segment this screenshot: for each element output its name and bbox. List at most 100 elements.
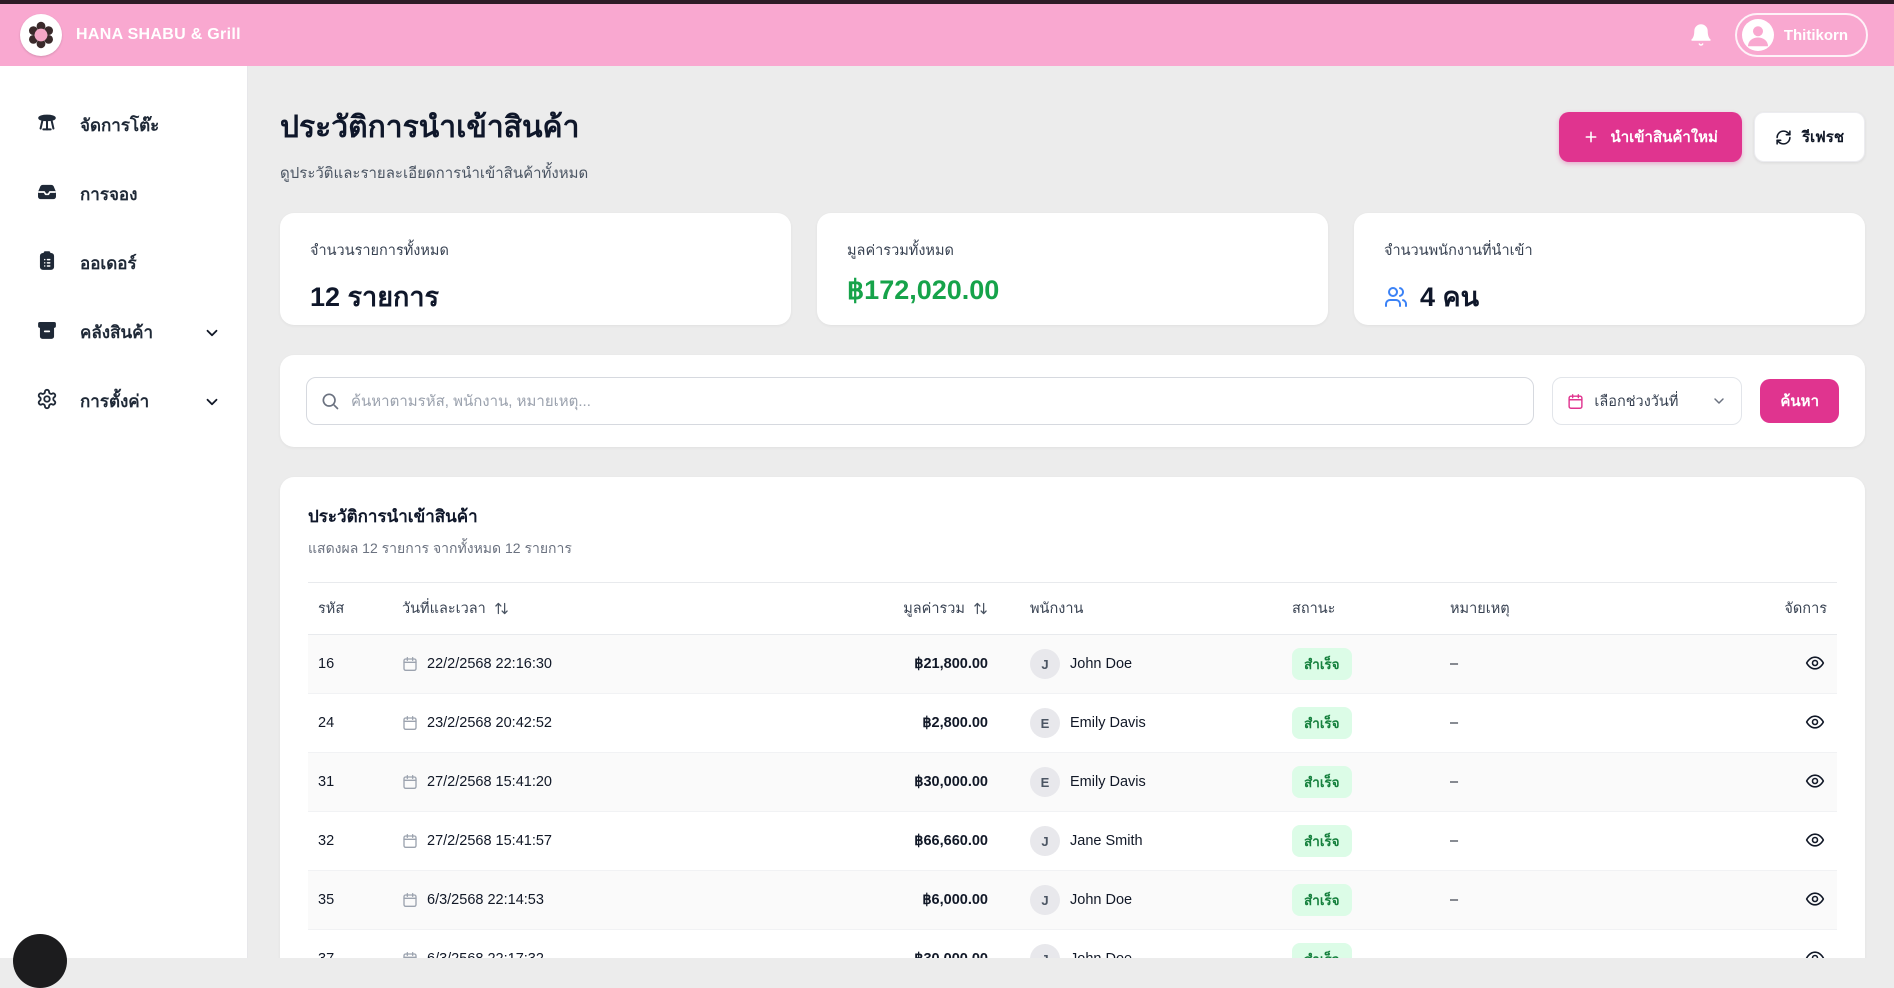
row-datetime: 27/2/2568 15:41:20 (427, 774, 552, 790)
gear-icon (36, 388, 58, 415)
view-details-eye-icon[interactable] (1803, 651, 1827, 675)
row-amount: ฿6,000.00 (822, 871, 998, 930)
sidebar-item-tables[interactable]: จัดการโต๊ะ (28, 100, 229, 151)
calendar-icon (402, 774, 418, 790)
row-note: – (1440, 871, 1740, 930)
archive-icon (36, 319, 58, 346)
users-icon (1384, 285, 1408, 309)
sidebar-item-label: การตั้งค่า (80, 388, 149, 415)
view-details-eye-icon[interactable] (1803, 946, 1827, 958)
view-details-eye-icon[interactable] (1803, 710, 1827, 734)
stat-value: 12 รายการ (310, 275, 761, 318)
view-details-eye-icon[interactable] (1803, 887, 1827, 911)
calendar-icon (1567, 393, 1584, 410)
app-header: HANA SHABU & Grill Thitikorn (0, 4, 1894, 66)
row-id: 35 (308, 871, 392, 930)
user-name: Thitikorn (1784, 27, 1848, 44)
user-menu[interactable]: Thitikorn (1735, 13, 1868, 57)
status-badge: สำเร็จ (1292, 825, 1352, 857)
table-row: 24 23/2/2568 20:42:52 ฿2,800.00 (308, 694, 1837, 753)
row-amount: ฿21,800.00 (822, 635, 998, 694)
status-badge: สำเร็จ (1292, 884, 1352, 916)
row-datetime: 27/2/2568 15:41:57 (427, 833, 552, 849)
brand-name: HANA SHABU & Grill (76, 26, 241, 44)
employee-name: Emily Davis (1070, 715, 1146, 731)
employee-name: John Doe (1070, 892, 1132, 908)
employee-avatar: J (1030, 944, 1060, 958)
date-range-label: เลือกช่วงวันที่ (1594, 390, 1678, 413)
header-actions: Thitikorn (1689, 13, 1868, 57)
stat-label: มูลค่ารวมทั้งหมด (847, 239, 1298, 262)
search-button[interactable]: ค้นหา (1760, 379, 1839, 423)
row-id: 16 (308, 635, 392, 694)
new-import-button[interactable]: นำเข้าสินค้าใหม่ (1559, 112, 1742, 162)
sidebar-item-label: การจอง (80, 181, 137, 208)
filter-panel: เลือกช่วงวันที่ ค้นหา (280, 355, 1865, 447)
employee-name: Emily Davis (1070, 774, 1146, 790)
date-range-select[interactable]: เลือกช่วงวันที่ (1552, 377, 1742, 425)
sidebar-item-inventory[interactable]: คลังสินค้า (28, 307, 229, 358)
row-amount: ฿2,800.00 (822, 694, 998, 753)
sidebar-item-settings[interactable]: การตั้งค่า (28, 376, 229, 427)
inbox-icon (36, 181, 58, 208)
refresh-button[interactable]: รีเฟรช (1754, 112, 1865, 162)
stat-label: จำนวนพนักงานที่นำเข้า (1384, 239, 1835, 262)
calendar-icon (402, 892, 418, 908)
row-note: – (1440, 812, 1740, 871)
row-id: 37 (308, 930, 392, 959)
table-row: 32 27/2/2568 15:41:57 ฿66,660.00 (308, 812, 1837, 871)
row-id: 32 (308, 812, 392, 871)
new-import-label: นำเข้าสินค้าใหม่ (1611, 125, 1718, 149)
col-status: สถานะ (1282, 583, 1440, 635)
sidebar-item-label: จัดการโต๊ะ (80, 112, 159, 139)
floating-widget[interactable] (13, 934, 67, 988)
row-note: – (1440, 753, 1740, 812)
col-datetime[interactable]: วันที่และเวลา (392, 583, 822, 635)
notifications-bell-icon[interactable] (1689, 23, 1713, 47)
refresh-icon (1775, 129, 1792, 146)
table-header-row: รหัส วันที่และเวลา มูลค่ารวม (308, 583, 1837, 635)
row-datetime: 6/3/2568 22:14:53 (427, 892, 544, 908)
row-amount: ฿30,000.00 (822, 753, 998, 812)
flower-logo-icon (20, 14, 62, 56)
main-content: ประวัติการนำเข้าสินค้า ดูประวัติและรายละ… (248, 66, 1894, 958)
table-row: 35 6/3/2568 22:14:53 ฿6,000.00 (308, 871, 1837, 930)
import-history-table: รหัส วันที่และเวลา มูลค่ารวม (308, 582, 1837, 958)
employee-avatar: J (1030, 826, 1060, 856)
col-amount[interactable]: มูลค่ารวม (822, 583, 998, 635)
status-badge: สำเร็จ (1292, 766, 1352, 798)
col-id: รหัส (308, 583, 392, 635)
calendar-icon (402, 833, 418, 849)
calendar-icon (402, 656, 418, 672)
table-summary: แสดงผล 12 รายการ จากทั้งหมด 12 รายการ (308, 538, 1837, 560)
col-actions: จัดการ (1740, 583, 1837, 635)
employee-avatar: J (1030, 649, 1060, 679)
search-input[interactable] (306, 377, 1534, 425)
stat-card-total-records: จำนวนรายการทั้งหมด 12 รายการ (280, 213, 791, 325)
table-icon (36, 112, 58, 139)
row-amount: ฿30,000.00 (822, 930, 998, 959)
page-subtitle: ดูประวัติและรายละเอียดการนำเข้าสินค้าทั้… (280, 161, 588, 185)
sidebar-item-reservations[interactable]: การจอง (28, 169, 229, 220)
row-id: 31 (308, 753, 392, 812)
row-note: – (1440, 930, 1740, 959)
status-badge: สำเร็จ (1292, 648, 1352, 680)
view-details-eye-icon[interactable] (1803, 769, 1827, 793)
row-datetime: 22/2/2568 22:16:30 (427, 656, 552, 672)
stat-value: 4 คน (1420, 275, 1479, 318)
clipboard-icon (36, 250, 58, 277)
sort-icon (494, 601, 509, 616)
stat-card-total-value: มูลค่ารวมทั้งหมด ฿172,020.00 (817, 213, 1328, 325)
sidebar-item-label: คลังสินค้า (80, 319, 153, 346)
stat-value: ฿172,020.00 (847, 275, 1298, 306)
calendar-icon (402, 951, 418, 958)
calendar-icon (402, 715, 418, 731)
table-row: 37 6/3/2568 22:17:32 ฿30,000.00 (308, 930, 1837, 959)
page-title: ประวัติการนำเข้าสินค้า (280, 104, 588, 151)
employee-avatar: J (1030, 885, 1060, 915)
user-avatar-icon (1742, 19, 1774, 51)
sidebar-item-orders[interactable]: ออเดอร์ (28, 238, 229, 289)
table-body: 16 22/2/2568 22:16:30 ฿21,800.00 (308, 635, 1837, 959)
view-details-eye-icon[interactable] (1803, 828, 1827, 852)
table-row: 31 27/2/2568 15:41:20 ฿30,000.00 (308, 753, 1837, 812)
